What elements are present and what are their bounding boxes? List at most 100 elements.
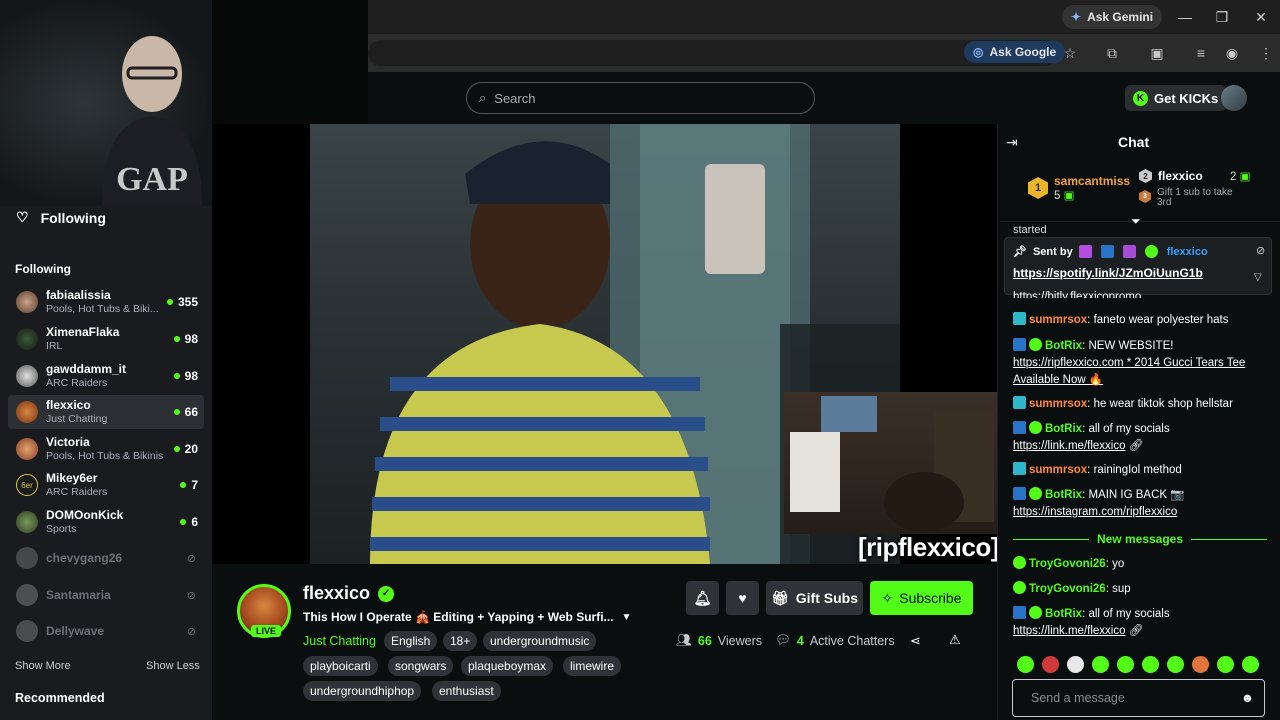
- sidebar-item-fabiaalissia[interactable]: fabiaalissia Pools, Hot Tubs & Biki... 35…: [8, 285, 204, 319]
- scroll-down-icon[interactable]: ⏷: [1131, 214, 1141, 229]
- live-dot-icon: [166, 299, 173, 305]
- gift-sub-icon: ▣: [1063, 190, 1075, 202]
- hide-pinned-icon[interactable]: ⊘: [1256, 244, 1265, 257]
- chat-message: BotRix: MAIN IG BACK 📷 https://instagram…: [1013, 487, 1185, 518]
- pinned-link[interactable]: https://spotify.link/JZmOiUunG1b: [1013, 266, 1203, 280]
- channel-name[interactable]: flexxico ✓: [303, 583, 395, 604]
- sidebar-item-mikey6er[interactable]: 6er Mikey6er ARC Raiders 7: [8, 468, 204, 502]
- minimize-button[interactable]: —: [1166, 2, 1204, 32]
- tag-playboicarti[interactable]: playboicarti: [303, 656, 378, 676]
- leaderboard-second[interactable]: 2 flexxico: [1139, 169, 1203, 183]
- sub-badge-icon: [1013, 396, 1026, 409]
- tag-enthusiast[interactable]: enthusiast: [432, 681, 501, 701]
- sidebar-item-chevygang26[interactable]: chevygang26 ⊘: [8, 541, 204, 575]
- mic-badge-icon: [1078, 245, 1092, 258]
- sidebar-item-domoonkick[interactable]: DOMOonKick Sports 6: [8, 505, 204, 539]
- live-dot-icon: [173, 446, 180, 452]
- tag-undergroundmusic[interactable]: undergroundmusic: [483, 631, 597, 651]
- verified-badge-icon: [1144, 245, 1158, 258]
- url-field[interactable]: [368, 40, 1058, 66]
- heart-icon: ♥: [738, 590, 747, 606]
- live-dot-icon: [180, 519, 187, 525]
- notifications-button[interactable]: 🔔︎: [686, 581, 719, 615]
- search-input[interactable]: ⌕ Search: [466, 82, 815, 114]
- show-more-button[interactable]: Show More: [15, 660, 71, 672]
- emote-icon[interactable]: [1117, 656, 1134, 673]
- sidebar-item-ximenaflaka[interactable]: XimenaFlaka IRL 98: [8, 322, 204, 356]
- menu-kebab-icon[interactable]: ⋮: [1255, 42, 1277, 64]
- report-warning-icon[interactable]: ⚠: [949, 632, 961, 648]
- gift-icon: 🎁︎: [770, 589, 789, 606]
- emote-icon[interactable]: [1217, 656, 1234, 673]
- emote-icon[interactable]: [1142, 656, 1159, 673]
- emote-icon[interactable]: [1042, 656, 1059, 673]
- rank-two-badge-icon: 2: [1139, 169, 1152, 183]
- avatar: [16, 328, 38, 350]
- get-kicks-button[interactable]: K Get KICKs: [1125, 85, 1227, 111]
- verified-icon: ✓: [378, 585, 395, 602]
- avatar: [16, 291, 38, 313]
- show-less-button[interactable]: Show Less: [146, 660, 200, 672]
- moderator-badge-icon: [1013, 487, 1026, 500]
- moderator-badge-icon: [1100, 245, 1114, 258]
- verified-badge-icon: [1029, 338, 1042, 351]
- leaderboard-third[interactable]: 3 Gift 1 sub to take 3rd: [1139, 188, 1239, 208]
- emoji-icon[interactable]: ☻: [1241, 691, 1254, 705]
- stream-title: This How I Operate 🎪 Editing + Yapping +…: [303, 610, 632, 624]
- tag-undergroundhiphop[interactable]: undergroundhiphop: [303, 681, 422, 701]
- chat-message: BotRix: all of my socials https://link.m…: [1013, 421, 1170, 452]
- media-controls-icon[interactable]: ≡: [1190, 42, 1212, 64]
- profile-avatar-icon[interactable]: ◉: [1221, 42, 1243, 64]
- moderator-badge-icon: [1013, 606, 1026, 619]
- sidebar-item-victoria[interactable]: Victoria Pools, Hot Tubs & Bikinis 20: [8, 432, 204, 466]
- live-dot-icon: [173, 336, 180, 342]
- sidebar-item-santamaria[interactable]: Santamaria ⊘: [8, 578, 204, 612]
- emote-icon[interactable]: [1167, 656, 1184, 673]
- emote-icon[interactable]: [1092, 656, 1109, 673]
- sidebar-item-flexxico[interactable]: flexxico Just Chatting 66: [8, 395, 204, 429]
- chat-message-cutoff[interactable]: https://bitly.flexxicopromo: [1013, 289, 1268, 298]
- collapse-chat-icon[interactable]: ⇥: [1006, 134, 1018, 151]
- chat-message: BotRix: all of my socials https://link.m…: [1013, 606, 1170, 637]
- live-dot-icon: [173, 373, 180, 379]
- sidebar-item-gawddamm-it[interactable]: gawddamm_it ARC Raiders 98: [8, 359, 204, 393]
- avatar: [16, 547, 38, 569]
- link-icon: 🔗︎: [1128, 625, 1144, 637]
- sidepanel-icon[interactable]: ▣: [1146, 42, 1168, 64]
- tag-plaqueboymax[interactable]: plaqueboymax: [461, 656, 554, 676]
- tag-english[interactable]: English: [384, 631, 438, 651]
- gift-sub-icon: ▣: [1239, 171, 1251, 183]
- following-nav-link[interactable]: ♡ Following: [16, 209, 106, 226]
- bookmark-star-icon[interactable]: ☆: [1059, 42, 1081, 64]
- emote-icon[interactable]: [1017, 656, 1034, 673]
- extensions-icon[interactable]: ⧉: [1101, 42, 1123, 64]
- tag-songwars[interactable]: songwars: [388, 656, 454, 676]
- leaderboard-first[interactable]: 1 samcantmiss 5 ▣: [1028, 174, 1130, 202]
- sub-badge-icon: [1013, 312, 1026, 325]
- share-icon[interactable]: ⋖: [910, 633, 921, 649]
- follow-button[interactable]: ♥: [726, 581, 759, 615]
- gift-subs-button[interactable]: 🎁︎ Gift Subs: [766, 581, 863, 615]
- avatar: [16, 620, 38, 642]
- user-avatar[interactable]: [1221, 85, 1247, 111]
- maximize-button[interactable]: ❐: [1203, 2, 1241, 32]
- verified-badge-icon: [1013, 581, 1026, 594]
- expand-pinned-chevron-icon[interactable]: ▽: [1254, 272, 1262, 283]
- pinned-message[interactable]: 📌︎ Sent by flexxico ⊘ https://spotify.li…: [1004, 237, 1272, 295]
- chevron-down-icon[interactable]: ▼: [622, 612, 632, 623]
- tag-18plus[interactable]: 18+: [443, 631, 478, 651]
- sidebar-item-dellywave[interactable]: Dellywave ⊘: [8, 614, 204, 648]
- tag-limewire[interactable]: limewire: [563, 656, 622, 676]
- emote-icon[interactable]: [1242, 656, 1259, 673]
- emote-icon[interactable]: [1067, 656, 1084, 673]
- close-window-button[interactable]: ✕: [1242, 2, 1280, 32]
- category-link[interactable]: Just Chatting: [303, 634, 376, 648]
- ask-google-button[interactable]: ◎ Ask Google: [964, 41, 1066, 63]
- avatar: [16, 365, 38, 387]
- chat-message-input[interactable]: Send a message ☻: [1012, 679, 1265, 717]
- subscribe-button[interactable]: ✧ Subscribe: [870, 581, 973, 615]
- avatar: [16, 401, 38, 423]
- emote-icon[interactable]: [1192, 656, 1209, 673]
- ask-gemini-button[interactable]: ✦ Ask Gemini: [1062, 5, 1163, 29]
- following-section-label: Following: [15, 262, 71, 276]
